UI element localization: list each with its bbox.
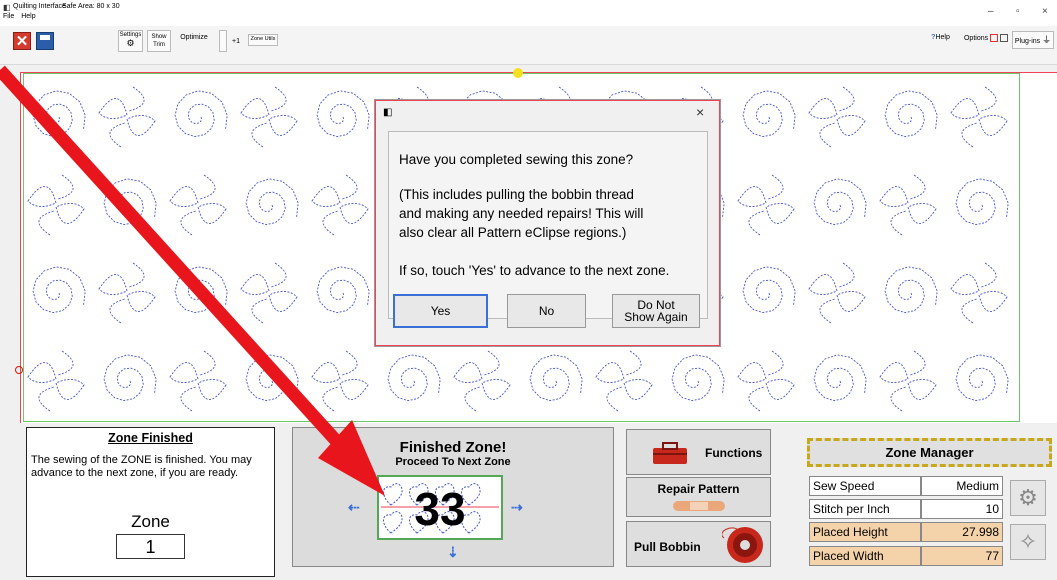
gear-icon: ⚙ — [126, 38, 135, 48]
options-button[interactable]: Options — [962, 34, 1010, 48]
title-bar: ◧ Quilting Interface Safe Area: 80 x 30 … — [0, 0, 1057, 26]
placed-height-row[interactable]: Placed Height 27.998 — [809, 522, 1003, 542]
arrow-left-icon: ⇠ — [348, 499, 360, 515]
zone-number-field: 1 — [116, 534, 185, 559]
checkbox-empty-icon — [1000, 34, 1009, 42]
functions-label: Functions — [705, 446, 763, 460]
pull-bobbin-label: Pull Bobbin — [634, 540, 701, 554]
options-label: Options — [963, 34, 989, 42]
stitch-per-inch-row[interactable]: Stitch per Inch 10 — [809, 499, 1003, 519]
zone-label: Zone — [131, 512, 170, 531]
do-not-show-again-button[interactable]: Do Not Show Again — [612, 294, 700, 328]
plugins-button[interactable]: Plug-ins ⏚ — [1012, 31, 1054, 49]
window-title: Quilting Interface — [13, 3, 66, 10]
stitch-per-inch-value[interactable]: 10 — [921, 499, 1003, 519]
safe-area-label: Safe Area: 80 x 30 — [62, 3, 120, 10]
proceed-subtitle: Proceed To Next Zone — [395, 456, 511, 468]
yes-button[interactable]: Yes — [393, 294, 488, 328]
zone-complete-dialog: ◧ × Have you completed sewing this zone?… — [375, 100, 720, 346]
functions-button[interactable]: Functions — [626, 429, 771, 475]
dialog-app-icon: ◧ — [383, 107, 393, 118]
zone-manager-button[interactable]: Zone Manager — [807, 438, 1052, 467]
placed-width-label: Placed Width — [809, 546, 921, 566]
repair-pattern-label: Repair Pattern — [657, 482, 740, 496]
no-button[interactable]: No — [507, 294, 586, 328]
window-close-button[interactable]: × — [1042, 6, 1048, 17]
proceed-next-zone-button[interactable]: Finished Zone! Proceed To Next Zone ⇠ 33… — [292, 427, 614, 567]
placed-width-value[interactable]: 77 — [921, 546, 1003, 566]
menu-bar: File Help — [3, 13, 41, 20]
dialog-note-line-3: also clear all Pattern eClipse regions.) — [399, 225, 627, 240]
finished-zone-title: Finished Zone! — [399, 439, 507, 456]
show-again-label: Show Again — [624, 310, 688, 324]
zone-thumbnail: 33 — [377, 475, 503, 540]
plugins-label: Plug-ins — [1014, 38, 1041, 45]
dialog-instruction: If so, touch 'Yes' to advance to the nex… — [399, 263, 670, 278]
app-icon: ◧ — [3, 3, 11, 12]
show-trim-label: Show Trim — [151, 34, 167, 48]
menu-file[interactable]: File — [3, 13, 14, 20]
stitch-per-inch-label: Stitch per Inch — [809, 499, 921, 519]
needle-position-marker — [513, 68, 523, 78]
minimize-button[interactable]: – — [988, 6, 994, 17]
zone-finished-title: Zone Finished — [108, 431, 193, 445]
plus-one-button[interactable]: +1 — [230, 38, 242, 48]
sew-speed-value[interactable]: Medium — [921, 476, 1003, 496]
dialog-question: Have you completed sewing this zone? — [399, 152, 634, 167]
menu-help[interactable]: Help — [21, 13, 35, 20]
settings-button[interactable]: Settings ⚙ — [118, 30, 143, 52]
toolbar: ✕ Settings ⚙ Show Trim Optimize +1 Zone U… — [0, 26, 1057, 65]
resize-arrows-icon[interactable]: ✧ — [1010, 524, 1046, 560]
help-label: Help — [935, 34, 950, 41]
checkbox-icon — [990, 34, 999, 42]
placed-height-label: Placed Height — [809, 522, 921, 542]
zone-finished-message: The sewing of the ZONE is finished. You … — [31, 454, 252, 479]
toolbox-icon — [653, 442, 687, 464]
save-icon[interactable] — [36, 32, 54, 50]
close-file-button[interactable]: ✕ — [13, 32, 31, 50]
settings-gear-icon[interactable]: ⚙ — [1010, 480, 1046, 516]
zone-utils-button[interactable]: Zone Utils — [248, 34, 278, 46]
splitter-handle[interactable] — [219, 30, 227, 52]
bandage-icon — [673, 501, 725, 511]
dialog-close-button[interactable]: × — [696, 104, 704, 120]
zone-finished-panel: Zone Finished The sewing of the ZONE is … — [26, 427, 275, 577]
sew-speed-row[interactable]: Sew Speed Medium — [809, 476, 1003, 496]
dialog-note-line-2: and making any needed repairs! This will — [399, 206, 644, 221]
arrow-down-icon: ⇣ — [447, 544, 459, 560]
help-button[interactable]: ?Help — [924, 34, 957, 48]
maximize-button[interactable]: ▫ — [1016, 6, 1020, 17]
arrow-right-icon: ⇢ — [511, 499, 523, 515]
sew-speed-label: Sew Speed — [809, 476, 921, 496]
placed-height-value[interactable]: 27.998 — [921, 522, 1003, 542]
pull-bobbin-button[interactable]: Pull Bobbin — [626, 521, 771, 567]
zone-start-marker — [15, 366, 23, 374]
show-trim-button[interactable]: Show Trim — [147, 30, 171, 52]
plug-icon: ⏚ — [1042, 35, 1052, 45]
placed-width-row[interactable]: Placed Width 77 — [809, 546, 1003, 566]
dialog-message-box: Have you completed sewing this zone? (Th… — [388, 131, 708, 319]
dialog-note-line-1: (This includes pulling the bobbin thread — [399, 187, 634, 202]
bobbin-icon — [722, 527, 763, 563]
repair-pattern-button[interactable]: Repair Pattern — [626, 477, 771, 517]
optimize-button[interactable]: Optimize — [173, 34, 215, 48]
step-number-overlay: 33 — [414, 483, 466, 535]
